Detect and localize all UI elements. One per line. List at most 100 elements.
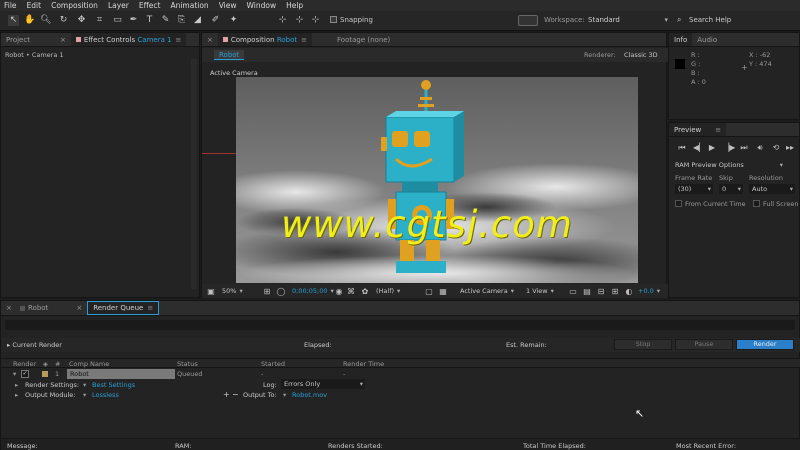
add-output-icon[interactable]: +: [223, 390, 230, 399]
frame-rate-select[interactable]: (30) ▾: [675, 184, 713, 194]
safe-zones-icon[interactable]: ⊞: [262, 287, 272, 296]
renderer-value[interactable]: Classic 3D: [624, 51, 658, 59]
close-comp-icon[interactable]: ×: [202, 33, 218, 46]
close-icon[interactable]: ×: [55, 33, 71, 46]
composition-viewer[interactable]: www.cgtsj.com: [236, 77, 638, 283]
world-axis-icon[interactable]: ⊹: [294, 15, 305, 26]
previous-frame-icon[interactable]: ◀▏: [693, 143, 705, 152]
render-settings-expand-icon[interactable]: ▸: [15, 381, 18, 389]
workspace-toggle-icon[interactable]: [518, 15, 538, 26]
local-axis-icon[interactable]: ⊹: [277, 15, 288, 26]
selection-tool-icon[interactable]: ↖: [8, 15, 19, 26]
skip-select[interactable]: 0 ▾: [719, 184, 743, 194]
scrollbar[interactable]: [191, 59, 197, 289]
hand-tool-icon[interactable]: ✋: [24, 15, 35, 26]
output-module-value[interactable]: Lossless: [92, 391, 119, 399]
fast-previews-icon[interactable]: ▤: [582, 287, 592, 296]
menu-edit[interactable]: Edit: [27, 1, 42, 10]
menu-effect[interactable]: Effect: [139, 1, 161, 10]
type-tool-icon[interactable]: T: [144, 15, 155, 26]
label-color[interactable]: [42, 371, 48, 377]
panel-menu-icon[interactable]: ≡: [147, 304, 153, 312]
menu-composition[interactable]: Composition: [51, 1, 98, 10]
workspace-dropdown[interactable]: Standard ▾: [588, 16, 668, 24]
pause-button[interactable]: Pause: [675, 339, 733, 350]
from-current-time-checkbox[interactable]: [675, 200, 682, 207]
rectangle-tool-icon[interactable]: ▭: [112, 15, 123, 26]
pan-behind-tool-icon[interactable]: ⌗: [94, 15, 105, 26]
chevron-down-icon[interactable]: ▾: [283, 391, 286, 399]
ram-preview-options-dropdown[interactable]: RAM Preview Options ▾: [675, 161, 783, 171]
chevron-down-icon[interactable]: ▾: [83, 391, 86, 399]
timeline-icon[interactable]: ⊟: [596, 287, 606, 296]
camera-tool-icon[interactable]: ✥: [76, 15, 87, 26]
table-row[interactable]: ▾ ✓ 1 Robot Queued - -: [1, 369, 800, 379]
view-layout-dropdown[interactable]: 1 View: [526, 287, 554, 296]
render-settings-value[interactable]: Best Settings: [92, 381, 135, 389]
play-icon[interactable]: ▶: [707, 143, 717, 152]
render-button[interactable]: Render: [736, 339, 794, 350]
full-screen-checkbox[interactable]: [753, 200, 760, 207]
stop-button[interactable]: Stop: [614, 339, 672, 350]
render-checkbox[interactable]: ✓: [21, 370, 29, 378]
search-help-input[interactable]: Search Help: [689, 16, 731, 24]
pen-tool-icon[interactable]: ✒: [128, 15, 139, 26]
brush-tool-icon[interactable]: ✎: [160, 15, 171, 26]
clone-stamp-tool-icon[interactable]: ⎘: [176, 15, 187, 26]
panel-menu-icon[interactable]: ≡: [715, 126, 721, 134]
tab-effect-controls[interactable]: Effect Controls Camera 1 ≡: [70, 33, 187, 46]
camera-view-dropdown[interactable]: Active Camera: [460, 287, 514, 296]
rotate-tool-icon[interactable]: ↻: [58, 15, 69, 26]
panel-menu-icon[interactable]: ≡: [301, 36, 307, 44]
comp-robot-button[interactable]: Robot: [214, 50, 245, 60]
menu-file[interactable]: File: [4, 1, 17, 10]
mute-audio-icon[interactable]: 🔊︎: [755, 143, 765, 152]
close-icon[interactable]: ×: [1, 301, 15, 315]
menu-view[interactable]: View: [219, 1, 237, 10]
toggle-pixel-aspect-icon[interactable]: ▭: [568, 287, 578, 296]
expand-icon[interactable]: ▾: [13, 370, 16, 378]
eraser-tool-icon[interactable]: ◢: [192, 15, 203, 26]
tab-project[interactable]: Project: [1, 33, 35, 46]
transparency-grid-icon[interactable]: ▦: [438, 287, 448, 296]
always-preview-icon[interactable]: ▣: [206, 287, 216, 296]
panel-menu-icon[interactable]: ≡: [176, 36, 182, 44]
snapping-checkbox[interactable]: [330, 16, 337, 23]
channel-icon[interactable]: ✿: [360, 287, 370, 296]
tab-robot-timeline[interactable]: Robot: [15, 301, 53, 315]
region-of-interest-icon[interactable]: ▢: [424, 287, 434, 296]
exposure-reset-icon[interactable]: ◐: [624, 287, 634, 296]
tab-composition[interactable]: Composition Robot ≡: [217, 33, 313, 46]
loop-icon[interactable]: ⟲: [771, 143, 781, 152]
tab-render-queue[interactable]: Render Queue ≡: [87, 301, 160, 315]
view-axis-icon[interactable]: ⊹: [310, 15, 321, 26]
first-frame-icon[interactable]: ⏮: [677, 143, 687, 152]
chevron-down-icon[interactable]: ▾: [83, 381, 86, 389]
last-frame-icon[interactable]: ⏭: [739, 143, 749, 152]
close-icon[interactable]: ×: [71, 301, 87, 315]
menu-layer[interactable]: Layer: [108, 1, 129, 10]
tab-footage[interactable]: Footage (none): [332, 33, 395, 46]
search-icon[interactable]: ⌕: [677, 15, 681, 25]
menu-window[interactable]: Window: [247, 1, 277, 10]
flowchart-icon[interactable]: ⊞: [610, 287, 620, 296]
exposure-value[interactable]: +0.0: [638, 287, 660, 296]
show-snapshot-icon[interactable]: ⌘: [346, 287, 356, 296]
remove-output-icon[interactable]: −: [232, 390, 239, 399]
resolution-dropdown[interactable]: (Half): [376, 287, 400, 296]
zoom-tool-icon[interactable]: 🔍︎: [40, 15, 51, 26]
menu-help[interactable]: Help: [286, 1, 303, 10]
zoom-dropdown[interactable]: 50%: [222, 287, 243, 296]
puppet-pin-tool-icon[interactable]: ✦: [228, 15, 239, 26]
roto-brush-tool-icon[interactable]: ✐: [210, 15, 221, 26]
item-comp-name[interactable]: Robot: [67, 369, 175, 379]
timecode[interactable]: 0;00;05;00: [292, 287, 334, 296]
tab-audio[interactable]: Audio: [692, 33, 722, 46]
output-module-expand-icon[interactable]: ▸: [15, 391, 18, 399]
log-select[interactable]: Errors Only ▾: [281, 379, 365, 389]
tab-info[interactable]: Info: [669, 33, 693, 46]
tab-preview[interactable]: Preview ≡: [669, 123, 727, 136]
ram-preview-icon[interactable]: ▸▸: [785, 143, 795, 152]
next-frame-icon[interactable]: ▕▶: [723, 143, 735, 152]
output-to-value[interactable]: Robot.mov: [292, 391, 327, 399]
